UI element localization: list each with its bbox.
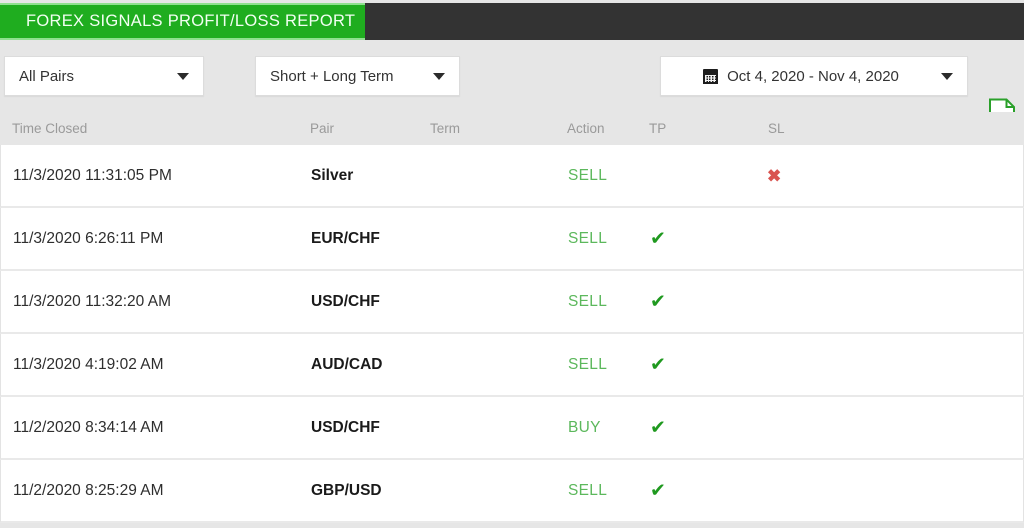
table-row[interactable]: 11/3/2020 11:31:05 PM Silver SELL ✖ bbox=[0, 145, 1024, 208]
cell-action: SELL bbox=[568, 229, 608, 247]
cell-pair: AUD/CAD bbox=[311, 355, 383, 373]
chevron-down-icon bbox=[941, 73, 953, 80]
cell-time-closed: 11/3/2020 6:26:11 PM bbox=[13, 229, 164, 247]
cell-time-closed: 11/2/2020 8:25:29 AM bbox=[13, 481, 164, 499]
table-row[interactable]: 11/3/2020 11:32:20 AM USD/CHF SELL ✔ bbox=[0, 271, 1024, 334]
filter-toolbar: All Pairs Short + Long Term Oct 4, 2020 … bbox=[0, 40, 1024, 132]
cell-action: SELL bbox=[568, 166, 608, 184]
pairs-filter-value: All Pairs bbox=[19, 67, 75, 85]
cell-pair: USD/CHF bbox=[311, 292, 380, 310]
cell-time-closed: 11/3/2020 11:31:05 PM bbox=[13, 166, 172, 184]
date-range-picker[interactable]: Oct 4, 2020 - Nov 4, 2020 bbox=[660, 56, 968, 96]
column-header-tp: TP bbox=[649, 121, 667, 136]
cell-time-closed: 11/2/2020 8:34:14 AM bbox=[13, 418, 164, 436]
cell-tp-checkmark-icon: ✔ bbox=[650, 228, 666, 249]
cell-time-closed: 11/3/2020 4:19:02 AM bbox=[13, 355, 164, 373]
page-title: FOREX SIGNALS PROFIT/LOSS REPORT bbox=[26, 12, 356, 30]
table-row[interactable]: 11/3/2020 6:26:11 PM EUR/CHF SELL ✔ bbox=[0, 208, 1024, 271]
cell-sl-cross-icon: ✖ bbox=[767, 166, 782, 185]
term-filter-dropdown[interactable]: Short + Long Term bbox=[255, 56, 460, 96]
chevron-down-icon bbox=[433, 73, 445, 80]
cell-time-closed: 11/3/2020 11:32:20 AM bbox=[13, 292, 171, 310]
signals-table: Time Closed Pair Term Action TP SL 11/3/… bbox=[0, 112, 1024, 528]
term-filter-value: Short + Long Term bbox=[270, 67, 394, 85]
cell-action: SELL bbox=[568, 481, 608, 499]
chevron-down-icon bbox=[177, 73, 189, 80]
column-header-sl: SL bbox=[768, 121, 785, 136]
column-header-time-closed: Time Closed bbox=[12, 121, 88, 136]
cell-pair: GBP/USD bbox=[311, 481, 382, 499]
cell-tp-checkmark-icon: ✔ bbox=[650, 354, 666, 375]
cell-tp-checkmark-icon: ✔ bbox=[650, 480, 666, 501]
date-range-value: Oct 4, 2020 - Nov 4, 2020 bbox=[727, 67, 899, 85]
table-header-row: Time Closed Pair Term Action TP SL bbox=[0, 112, 1024, 145]
cell-action: SELL bbox=[568, 292, 608, 310]
pairs-filter-dropdown[interactable]: All Pairs bbox=[4, 56, 204, 96]
table-body: 11/3/2020 11:31:05 PM Silver SELL ✖ 11/3… bbox=[0, 145, 1024, 523]
title-bar: FOREX SIGNALS PROFIT/LOSS REPORT bbox=[0, 3, 1024, 40]
column-header-action: Action bbox=[567, 121, 605, 136]
cell-tp-checkmark-icon: ✔ bbox=[650, 417, 666, 438]
cell-action: BUY bbox=[568, 418, 601, 436]
cell-pair: EUR/CHF bbox=[311, 229, 380, 247]
table-row[interactable]: 11/3/2020 4:19:02 AM AUD/CAD SELL ✔ bbox=[0, 334, 1024, 397]
column-header-term: Term bbox=[430, 121, 460, 136]
table-row[interactable]: 11/2/2020 8:34:14 AM USD/CHF BUY ✔ bbox=[0, 397, 1024, 460]
cell-action: SELL bbox=[568, 355, 608, 373]
cell-pair: Silver bbox=[311, 166, 354, 184]
column-header-pair: Pair bbox=[310, 121, 335, 136]
cell-pair: USD/CHF bbox=[311, 418, 380, 436]
table-row[interactable]: 11/2/2020 8:25:29 AM GBP/USD SELL ✔ bbox=[0, 460, 1024, 523]
report-title-tab: FOREX SIGNALS PROFIT/LOSS REPORT bbox=[0, 3, 365, 40]
calendar-icon bbox=[703, 68, 719, 84]
cell-tp-checkmark-icon: ✔ bbox=[650, 291, 666, 312]
